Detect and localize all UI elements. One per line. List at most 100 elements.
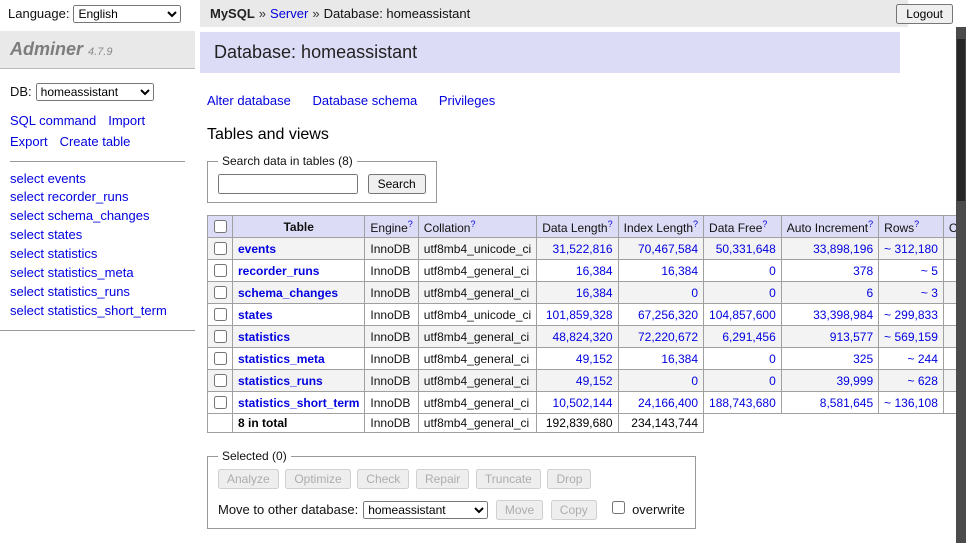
row-check-cell bbox=[208, 260, 233, 282]
sidebar-item-select-statistics-meta[interactable]: select statistics_meta bbox=[10, 264, 185, 283]
index-length-link[interactable]: 72,220,672 bbox=[638, 330, 698, 344]
data-free-link[interactable]: 188,743,680 bbox=[709, 396, 776, 410]
help-link[interactable]: ? bbox=[408, 219, 413, 229]
sidebar-export-link[interactable]: Export bbox=[10, 134, 48, 149]
data-length-link[interactable]: 101,859,328 bbox=[546, 308, 613, 322]
data-length-link[interactable]: 31,522,816 bbox=[553, 242, 613, 256]
row-checkbox[interactable] bbox=[214, 374, 227, 387]
search-button[interactable]: Search bbox=[368, 174, 426, 194]
overwrite-checkbox[interactable] bbox=[612, 501, 625, 514]
row-checkbox[interactable] bbox=[214, 242, 227, 255]
auto-increment-link[interactable]: 6 bbox=[866, 286, 873, 300]
sidebar-import-link[interactable]: Import bbox=[108, 113, 145, 128]
sidebar-item-select-statistics-short-term[interactable]: select statistics_short_term bbox=[10, 302, 185, 321]
help-link[interactable]: ? bbox=[868, 219, 873, 229]
data-free-link[interactable]: 0 bbox=[769, 264, 776, 278]
index-length-link[interactable]: 70,467,584 bbox=[638, 242, 698, 256]
scrollbar-thumb[interactable] bbox=[957, 39, 965, 201]
sidebar-actions: SQL command Import Export Create table bbox=[10, 111, 185, 162]
rows-link[interactable]: ~ 569,159 bbox=[884, 330, 938, 344]
index-length-link[interactable]: 16,384 bbox=[661, 264, 698, 278]
help-link[interactable]: ? bbox=[693, 219, 698, 229]
table-name-link[interactable]: statistics_runs bbox=[238, 374, 323, 388]
data-free-link[interactable]: 104,857,600 bbox=[709, 308, 776, 322]
table-name-link[interactable]: statistics_short_term bbox=[238, 396, 359, 410]
data-free-link[interactable]: 0 bbox=[769, 286, 776, 300]
sidebar-item-select-recorder-runs[interactable]: select recorder_runs bbox=[10, 188, 185, 207]
data-length-link[interactable]: 49,152 bbox=[576, 374, 613, 388]
auto-increment-link[interactable]: 33,898,196 bbox=[813, 242, 873, 256]
optimize-button[interactable]: Optimize bbox=[285, 469, 350, 489]
data-length-link[interactable]: 16,384 bbox=[576, 286, 613, 300]
index-length-link[interactable]: 0 bbox=[691, 286, 698, 300]
index-length-link[interactable]: 0 bbox=[691, 374, 698, 388]
row-checkbox[interactable] bbox=[214, 286, 227, 299]
auto-increment-link[interactable]: 913,577 bbox=[830, 330, 873, 344]
breadcrumb-server-link[interactable]: Server bbox=[270, 6, 308, 21]
check-button[interactable]: Check bbox=[357, 469, 409, 489]
index-length-link[interactable]: 16,384 bbox=[661, 352, 698, 366]
help-link[interactable]: ? bbox=[470, 219, 475, 229]
help-link[interactable]: ? bbox=[762, 219, 767, 229]
sidebar-item-select-schema-changes[interactable]: select schema_changes bbox=[10, 207, 185, 226]
row-checkbox[interactable] bbox=[214, 352, 227, 365]
move-button[interactable]: Move bbox=[496, 500, 543, 520]
row-checkbox[interactable] bbox=[214, 330, 227, 343]
table-name-link[interactable]: statistics_meta bbox=[238, 352, 325, 366]
rows-link[interactable]: ~ 299,833 bbox=[884, 308, 938, 322]
table-name-link[interactable]: schema_changes bbox=[238, 286, 338, 300]
sidebar-create-table-link[interactable]: Create table bbox=[60, 134, 131, 149]
analyze-button[interactable]: Analyze bbox=[218, 469, 279, 489]
data-free-link[interactable]: 0 bbox=[769, 352, 776, 366]
language-select[interactable]: English bbox=[73, 5, 181, 23]
database-schema-link[interactable]: Database schema bbox=[312, 93, 417, 108]
table-name-link[interactable]: events bbox=[238, 242, 276, 256]
privileges-link[interactable]: Privileges bbox=[439, 93, 495, 108]
data-length-link[interactable]: 16,384 bbox=[576, 264, 613, 278]
drop-button[interactable]: Drop bbox=[547, 469, 591, 489]
rows-link[interactable]: ~ 628 bbox=[908, 374, 938, 388]
breadcrumb-mysql-link[interactable]: MySQL bbox=[210, 6, 255, 21]
sidebar-item-select-statistics[interactable]: select statistics bbox=[10, 245, 185, 264]
sidebar-item-select-statistics-runs[interactable]: select statistics_runs bbox=[10, 283, 185, 302]
auto-increment-link[interactable]: 8,581,645 bbox=[820, 396, 873, 410]
vertical-scrollbar[interactable] bbox=[956, 27, 966, 543]
index-length-link[interactable]: 67,256,320 bbox=[638, 308, 698, 322]
logout-button[interactable]: Logout bbox=[896, 4, 953, 24]
data-length-link[interactable]: 49,152 bbox=[576, 352, 613, 366]
table-name-link[interactable]: states bbox=[238, 308, 273, 322]
rows-link[interactable]: ~ 3 bbox=[921, 286, 938, 300]
row-checkbox[interactable] bbox=[214, 396, 227, 409]
table-name-link[interactable]: statistics bbox=[238, 330, 290, 344]
rows-link[interactable]: ~ 244 bbox=[908, 352, 938, 366]
auto-increment-link[interactable]: 378 bbox=[853, 264, 873, 278]
search-input[interactable] bbox=[218, 174, 358, 194]
copy-button[interactable]: Copy bbox=[551, 500, 597, 520]
data-free-link[interactable]: 0 bbox=[769, 374, 776, 388]
sidebar-sql-command-link[interactable]: SQL command bbox=[10, 113, 96, 128]
row-checkbox[interactable] bbox=[214, 264, 227, 277]
move-database-select[interactable]: homeassistant bbox=[363, 501, 488, 519]
rows-link[interactable]: ~ 136,108 bbox=[884, 396, 938, 410]
index-length-link[interactable]: 24,166,400 bbox=[638, 396, 698, 410]
data-free-link[interactable]: 50,331,648 bbox=[716, 242, 776, 256]
data-length-link[interactable]: 10,502,144 bbox=[553, 396, 613, 410]
rows-link[interactable]: ~ 5 bbox=[921, 264, 938, 278]
db-select[interactable]: homeassistant bbox=[36, 83, 154, 101]
help-link[interactable]: ? bbox=[914, 219, 919, 229]
data-length-link[interactable]: 48,824,320 bbox=[553, 330, 613, 344]
row-checkbox[interactable] bbox=[214, 308, 227, 321]
help-link[interactable]: ? bbox=[608, 219, 613, 229]
sidebar-item-select-events[interactable]: select events bbox=[10, 170, 185, 189]
repair-button[interactable]: Repair bbox=[416, 469, 469, 489]
rows-link[interactable]: ~ 312,180 bbox=[884, 242, 938, 256]
sidebar-item-select-states[interactable]: select states bbox=[10, 226, 185, 245]
data-free-link[interactable]: 6,291,456 bbox=[722, 330, 775, 344]
auto-increment-link[interactable]: 325 bbox=[853, 352, 873, 366]
auto-increment-link[interactable]: 33,398,984 bbox=[813, 308, 873, 322]
alter-database-link[interactable]: Alter database bbox=[207, 93, 291, 108]
select-all-checkbox[interactable] bbox=[214, 220, 227, 233]
truncate-button[interactable]: Truncate bbox=[476, 469, 541, 489]
table-name-link[interactable]: recorder_runs bbox=[238, 264, 319, 278]
auto-increment-link[interactable]: 39,999 bbox=[836, 374, 873, 388]
